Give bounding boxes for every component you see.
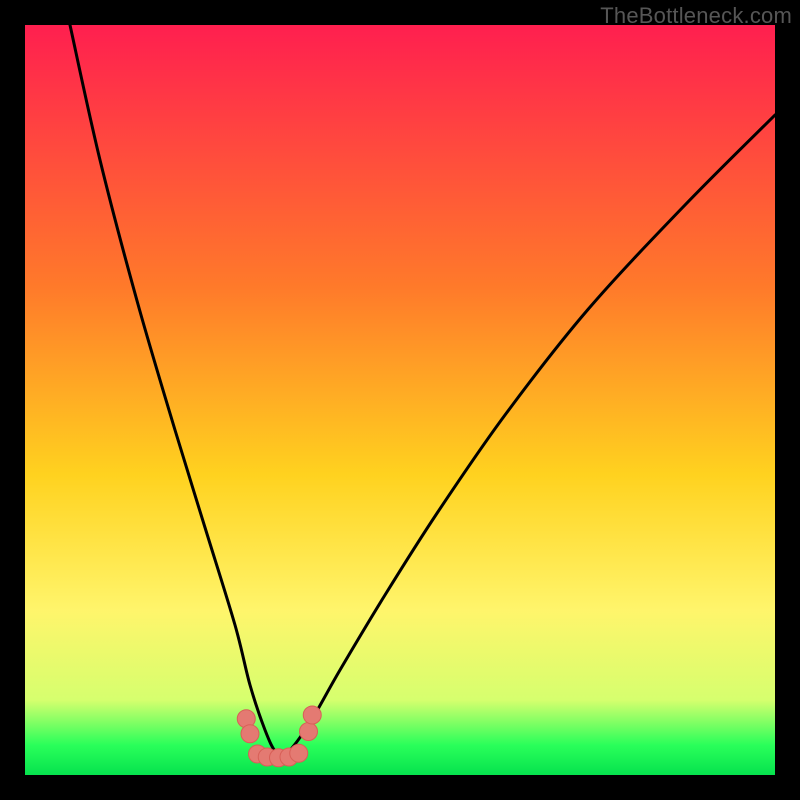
curve-marker bbox=[300, 723, 318, 741]
curve-marker bbox=[303, 706, 321, 724]
bottleneck-chart bbox=[25, 25, 775, 775]
heat-gradient-background bbox=[25, 25, 775, 775]
chart-frame bbox=[25, 25, 775, 775]
curve-marker bbox=[241, 725, 259, 743]
curve-marker bbox=[290, 744, 308, 762]
watermark-text: TheBottleneck.com bbox=[600, 3, 792, 29]
